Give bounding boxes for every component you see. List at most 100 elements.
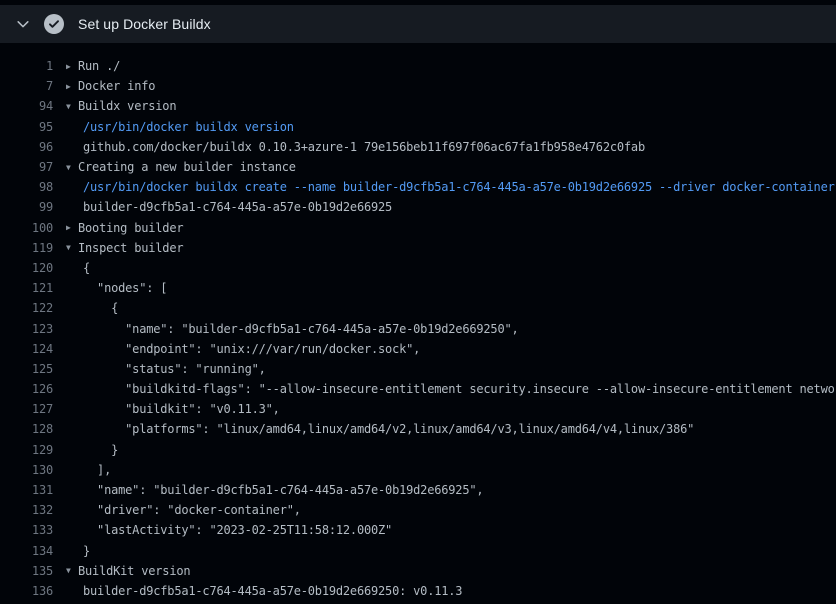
log-line: 119 ▼Inspect builder <box>0 238 836 258</box>
log-group-title: Docker info <box>78 79 155 93</box>
line-number[interactable]: 132 <box>0 503 53 517</box>
log-output-text: "name": "builder-d9cfb5a1-c764-445a-a57e… <box>83 483 483 497</box>
line-number[interactable]: 131 <box>0 483 53 497</box>
log-line: 98/usr/bin/docker buildx create --name b… <box>0 177 836 197</box>
log-line: 100 ▶Booting builder <box>0 218 836 238</box>
log-output-text: } <box>83 443 118 457</box>
log-line: 124 "endpoint": "unix:///var/run/docker.… <box>0 339 836 359</box>
line-number[interactable]: 7 <box>0 79 53 93</box>
line-number[interactable]: 121 <box>0 281 53 295</box>
line-number[interactable]: 96 <box>0 140 53 154</box>
line-number[interactable]: 126 <box>0 382 53 396</box>
line-number[interactable]: 94 <box>0 99 53 113</box>
log-group-header[interactable]: ▶Booting builder <box>66 221 183 235</box>
log-line: 122 { <box>0 298 836 318</box>
log-line: 125 "status": "running", <box>0 359 836 379</box>
line-number[interactable]: 123 <box>0 322 53 336</box>
log-output-text: builder-d9cfb5a1-c764-445a-a57e-0b19d2e6… <box>83 584 462 598</box>
log-group-header[interactable]: ▼BuildKit version <box>66 564 190 578</box>
line-number[interactable]: 129 <box>0 443 53 457</box>
log-group-title: Booting builder <box>78 221 183 235</box>
log-line: 97 ▼Creating a new builder instance <box>0 157 836 177</box>
log-line: 96 github.com/docker/buildx 0.10.3+azure-… <box>0 137 836 157</box>
log-line: 130 ], <box>0 460 836 480</box>
log-group-header[interactable]: ▼Inspect builder <box>66 241 183 255</box>
line-number[interactable]: 1 <box>0 59 53 73</box>
log-line: 121 "nodes": [ <box>0 278 836 298</box>
log-group-header[interactable]: ▼Creating a new builder instance <box>66 160 296 174</box>
step-title: Set up Docker Buildx <box>78 16 211 32</box>
log-line: 131 "name": "builder-d9cfb5a1-c764-445a-… <box>0 480 836 500</box>
line-number[interactable]: 99 <box>0 200 53 214</box>
line-number[interactable]: 128 <box>0 422 53 436</box>
log-group-title: Creating a new builder instance <box>78 160 296 174</box>
line-number[interactable]: 120 <box>0 261 53 275</box>
line-number[interactable]: 97 <box>0 160 53 174</box>
line-number[interactable]: 95 <box>0 120 53 134</box>
log-command-text: /usr/bin/docker buildx version <box>83 120 294 134</box>
group-expanded-arrow-icon[interactable]: ▼ <box>66 243 78 252</box>
log-line: 1 ▶Run ./ <box>0 56 836 76</box>
log-line: 134} <box>0 541 836 561</box>
group-collapsed-arrow-icon[interactable]: ▶ <box>66 62 78 71</box>
log-line: 126 "buildkitd-flags": "--allow-insecure… <box>0 379 836 399</box>
actions-log-viewer: Set up Docker Buildx 1▶Run ./7▶Docker in… <box>0 0 836 604</box>
log-line: 132 "driver": "docker-container", <box>0 500 836 520</box>
chevron-down-icon[interactable] <box>15 16 31 32</box>
line-number[interactable]: 133 <box>0 523 53 537</box>
log-line: 128 "platforms": "linux/amd64,linux/amd6… <box>0 419 836 439</box>
log-group-title: BuildKit version <box>78 564 190 578</box>
log-group-title: Inspect builder <box>78 241 183 255</box>
log-output-text: "buildkit": "v0.11.3", <box>83 402 280 416</box>
log-group-header[interactable]: ▼Buildx version <box>66 99 176 113</box>
log-line: 94 ▼Buildx version <box>0 96 836 116</box>
line-number[interactable]: 124 <box>0 342 53 356</box>
log-output-text: "name": "builder-d9cfb5a1-c764-445a-a57e… <box>83 322 519 336</box>
line-number[interactable]: 136 <box>0 584 53 598</box>
log-line: 135 ▼BuildKit version <box>0 561 836 581</box>
log-line: 129 } <box>0 440 836 460</box>
line-number[interactable]: 125 <box>0 362 53 376</box>
log-output-text: "endpoint": "unix:///var/run/docker.sock… <box>83 342 420 356</box>
line-number[interactable]: 100 <box>0 221 53 235</box>
group-expanded-arrow-icon[interactable]: ▼ <box>66 102 78 111</box>
log-output-text: "driver": "docker-container", <box>83 503 301 517</box>
log-line: 99 builder-d9cfb5a1-c764-445a-a57e-0b19d2… <box>0 197 836 217</box>
log-lines: 1▶Run ./7▶Docker info94▼Buildx version95… <box>0 43 836 601</box>
log-line: 136 builder-d9cfb5a1-c764-445a-a57e-0b19d… <box>0 581 836 601</box>
log-group-header[interactable]: ▶Run ./ <box>66 59 120 73</box>
line-number[interactable]: 130 <box>0 463 53 477</box>
line-number[interactable]: 134 <box>0 544 53 558</box>
log-output-text: { <box>83 261 90 275</box>
line-number[interactable]: 98 <box>0 180 53 194</box>
log-output-text: "lastActivity": "2023-02-25T11:58:12.000… <box>83 523 392 537</box>
log-line: 133 "lastActivity": "2023-02-25T11:58:12… <box>0 520 836 540</box>
log-group-header[interactable]: ▶Docker info <box>66 79 155 93</box>
log-output-text: "status": "running", <box>83 362 266 376</box>
log-output-text: "buildkitd-flags": "--allow-insecure-ent… <box>83 382 836 396</box>
group-collapsed-arrow-icon[interactable]: ▶ <box>66 223 78 232</box>
line-number[interactable]: 135 <box>0 564 53 578</box>
step-header[interactable]: Set up Docker Buildx <box>0 5 836 43</box>
log-group-title: Buildx version <box>78 99 176 113</box>
log-output-text: { <box>83 301 118 315</box>
check-circle-icon <box>44 14 64 34</box>
log-output-text: "platforms": "linux/amd64,linux/amd64/v2… <box>83 422 694 436</box>
log-line: 95/usr/bin/docker buildx version <box>0 117 836 137</box>
group-expanded-arrow-icon[interactable]: ▼ <box>66 163 78 172</box>
log-output-text: github.com/docker/buildx 0.10.3+azure-1 … <box>83 140 645 154</box>
log-output-text: } <box>83 544 90 558</box>
log-output-text: "nodes": [ <box>83 281 167 295</box>
log-output-text: ], <box>83 463 111 477</box>
log-line: 7 ▶Docker info <box>0 76 836 96</box>
log-group-title: Run ./ <box>78 59 120 73</box>
line-number[interactable]: 127 <box>0 402 53 416</box>
line-number[interactable]: 122 <box>0 301 53 315</box>
log-output-text: builder-d9cfb5a1-c764-445a-a57e-0b19d2e6… <box>83 200 392 214</box>
line-number[interactable]: 119 <box>0 241 53 255</box>
group-collapsed-arrow-icon[interactable]: ▶ <box>66 82 78 91</box>
log-line: 127 "buildkit": "v0.11.3", <box>0 399 836 419</box>
log-line: 120 { <box>0 258 836 278</box>
group-expanded-arrow-icon[interactable]: ▼ <box>66 566 78 575</box>
log-line: 123 "name": "builder-d9cfb5a1-c764-445a-… <box>0 318 836 338</box>
